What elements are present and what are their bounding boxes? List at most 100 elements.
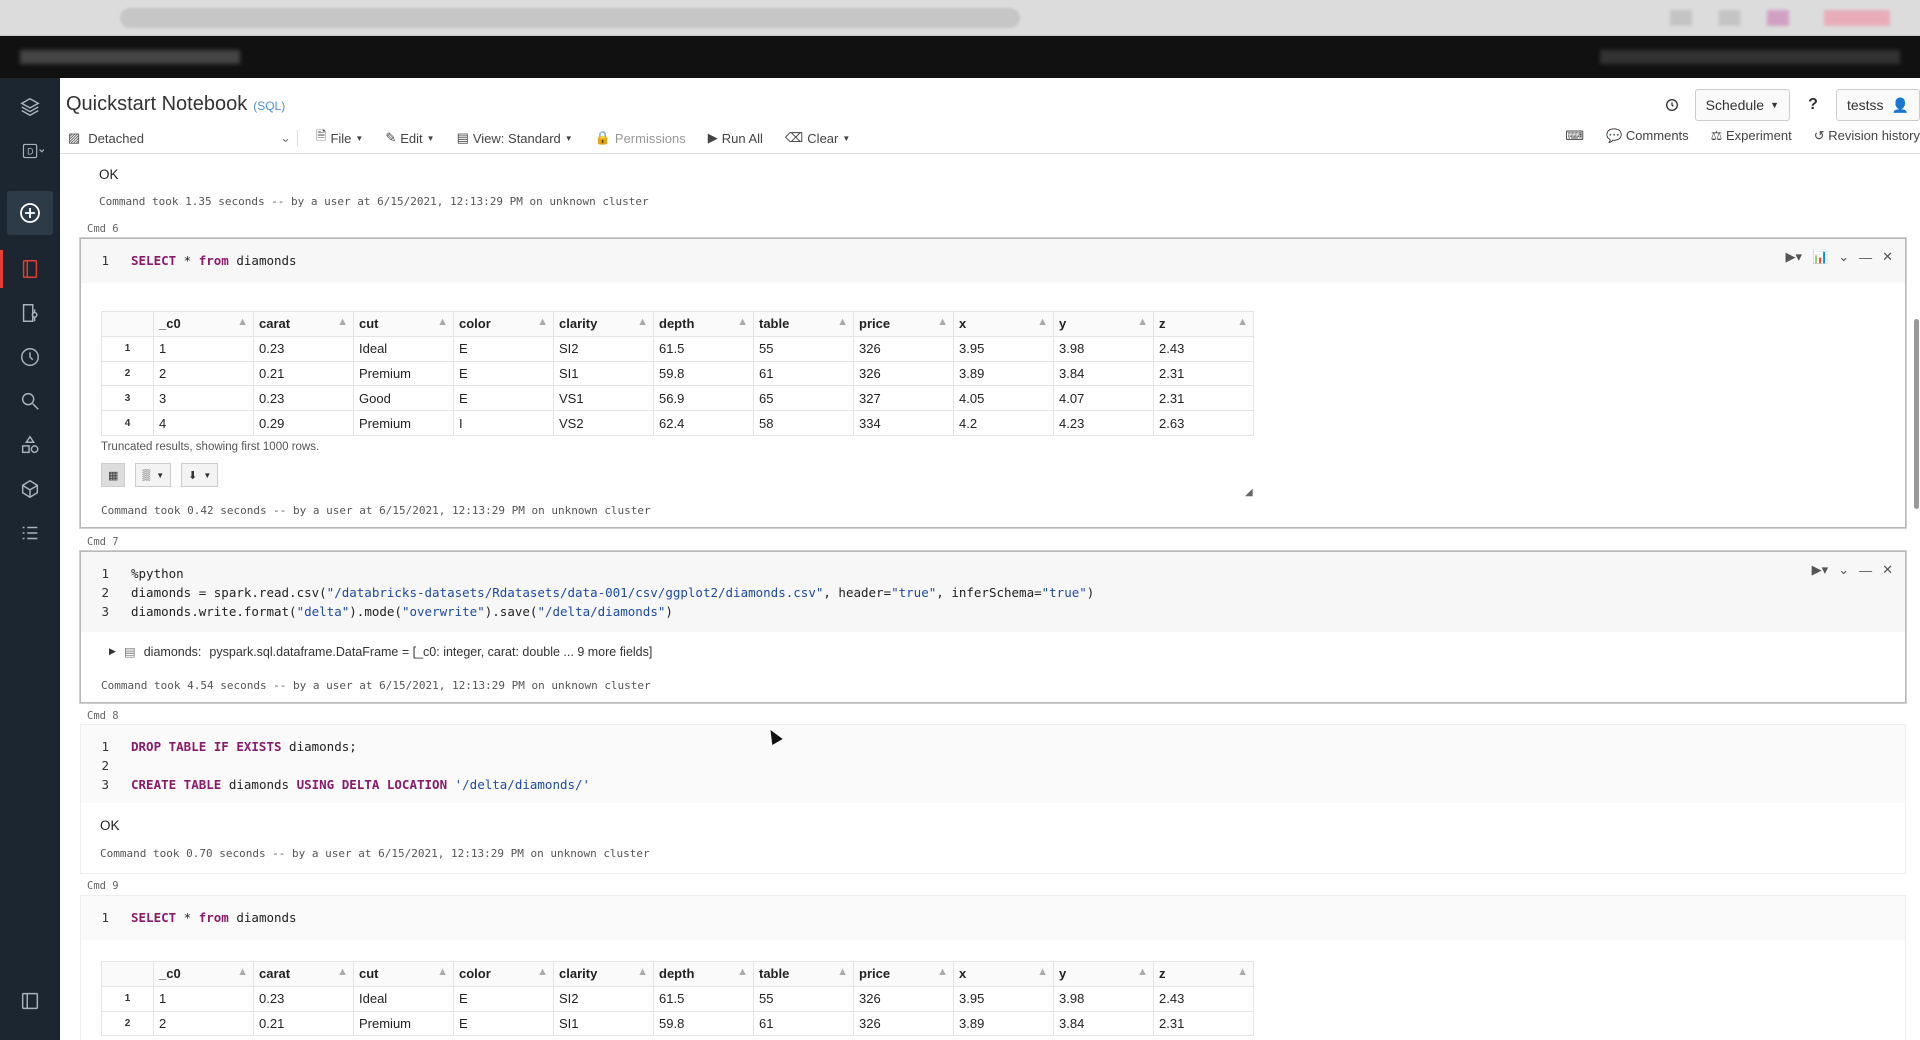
notebook-title[interactable]: Quickstart Notebook (SQL) xyxy=(66,93,285,116)
column-header[interactable]: price ▲ xyxy=(853,311,954,337)
close-icon[interactable]: ✕ xyxy=(1882,562,1893,578)
column-header[interactable]: y ▲ xyxy=(1053,311,1154,337)
scrollbar[interactable] xyxy=(1912,154,1920,1040)
minimize-icon[interactable]: — xyxy=(1859,563,1872,578)
sort-icon[interactable]: ▲ xyxy=(1037,966,1048,978)
notebook-content[interactable]: OK Command took 1.35 seconds -- by a use… xyxy=(60,154,1920,1040)
clock-icon[interactable] xyxy=(1661,94,1683,116)
sort-icon[interactable]: ▲ xyxy=(1237,966,1248,978)
column-header[interactable]: depth ▲ xyxy=(653,961,754,987)
column-header[interactable]: y ▲ xyxy=(1053,961,1154,987)
sort-icon[interactable]: ▲ xyxy=(1237,316,1248,328)
comments-button[interactable]: 💬 Comments xyxy=(1606,128,1689,144)
result-table[interactable]: _c0 ▲ carat ▲ cut ▲ color ▲ clarity ▲ depth ▲ table ▲… xyxy=(101,311,1254,436)
column-header[interactable]: x ▲ xyxy=(953,311,1054,337)
revision-history-button[interactable]: ↺ Revision history xyxy=(1814,128,1920,144)
column-header[interactable]: z ▲ xyxy=(1153,961,1254,987)
column-header[interactable]: x ▲ xyxy=(953,961,1054,987)
column-header[interactable]: _c0 ▲ xyxy=(153,311,254,337)
column-header[interactable]: z ▲ xyxy=(1153,311,1254,337)
sort-icon[interactable]: ▲ xyxy=(737,966,748,978)
language-badge[interactable]: (SQL) xyxy=(253,99,285,113)
sidebar-toggle-icon[interactable] xyxy=(11,982,49,1020)
result-table[interactable]: _c0 ▲ carat ▲ cut ▲ color ▲ clarity ▲ depth ▲ table ▲… xyxy=(101,961,1254,1037)
code-editor[interactable]: 1 SELECT * from diamonds xyxy=(81,239,1905,283)
repos-icon[interactable] xyxy=(11,294,49,332)
sort-icon[interactable]: ▲ xyxy=(337,316,348,328)
cell-cmd-7[interactable]: 1 %python 2 diamonds = spark.read.csv("/da… xyxy=(80,551,1906,703)
sort-icon[interactable]: ▲ xyxy=(537,316,548,328)
notebook-title-text[interactable]: Quickstart Notebook xyxy=(66,93,247,115)
schedule-button[interactable]: Schedule ▼ xyxy=(1694,89,1790,121)
sort-icon[interactable]: ▲ xyxy=(837,966,848,978)
sort-icon[interactable]: ▲ xyxy=(637,316,648,328)
cell-cmd-8[interactable]: 1 DROP TABLE IF EXISTS diamonds; 2 3 CREAT… xyxy=(80,724,1906,874)
column-header[interactable]: price ▲ xyxy=(853,961,954,987)
sort-icon[interactable]: ▲ xyxy=(337,966,348,978)
code-editor[interactable]: 1 SELECT * from diamonds xyxy=(81,896,1905,940)
clear-menu[interactable]: ⌫ Clear ▼ xyxy=(785,130,850,146)
edit-menu[interactable]: ✎ Edit ▼ xyxy=(385,130,434,146)
cell-cmd-6[interactable]: 1 SELECT * from diamonds ▶▾ 📊 ⌄ — ✕ _c0 ▲ c… xyxy=(80,238,1906,528)
column-header[interactable]: depth ▲ xyxy=(653,311,754,337)
workspace-icon[interactable] xyxy=(11,250,49,288)
chevron-down-icon[interactable]: ⌄ xyxy=(1838,562,1849,578)
databricks-logo-icon[interactable] xyxy=(11,88,49,126)
recents-icon[interactable] xyxy=(11,338,49,376)
sort-icon[interactable]: ▲ xyxy=(737,316,748,328)
dataframe-schema-row[interactable]: ▶ ▤ diamonds: pyspark.sql.dataframe.Data… xyxy=(109,644,652,660)
search-icon[interactable] xyxy=(11,382,49,420)
column-header[interactable]: clarity ▲ xyxy=(553,311,654,337)
user-menu-button[interactable]: testss 👤 xyxy=(1835,89,1920,121)
help-icon[interactable]: ? xyxy=(1802,94,1824,116)
table-view-button[interactable]: ▦ xyxy=(101,463,126,487)
column-header[interactable]: clarity ▲ xyxy=(553,961,654,987)
cell-cmd-9[interactable]: 1 SELECT * from diamonds _c0 ▲ carat ▲ cut ▲ co… xyxy=(80,895,1906,1040)
scrollbar-thumb[interactable] xyxy=(1914,319,1919,509)
sort-icon[interactable]: ▲ xyxy=(1137,316,1148,328)
column-header[interactable]: table ▲ xyxy=(753,961,854,987)
code-editor[interactable]: 1 %python 2 diamonds = spark.read.csv("/da… xyxy=(81,552,1905,632)
column-header[interactable]: _c0 ▲ xyxy=(153,961,254,987)
create-icon[interactable] xyxy=(7,191,53,235)
sort-icon[interactable]: ▲ xyxy=(937,316,948,328)
sort-icon[interactable]: ▲ xyxy=(237,316,248,328)
code-editor[interactable]: 1 DROP TABLE IF EXISTS diamonds; 2 3 CREAT… xyxy=(81,725,1905,803)
jobs-icon[interactable] xyxy=(11,514,49,552)
column-header[interactable]: color ▲ xyxy=(453,311,554,337)
close-icon[interactable]: ✕ xyxy=(1882,249,1893,265)
data-icon[interactable] xyxy=(11,426,49,464)
chart-icon[interactable]: 📊 xyxy=(1812,249,1828,265)
column-header[interactable]: table ▲ xyxy=(753,311,854,337)
sort-icon[interactable]: ▲ xyxy=(837,316,848,328)
column-header[interactable]: carat ▲ xyxy=(253,961,354,987)
chart-view-button[interactable]: ▒ ▼ xyxy=(135,463,172,487)
column-header[interactable]: color ▲ xyxy=(453,961,554,987)
run-all-button[interactable]: ▶ Run All xyxy=(708,130,763,146)
minimize-icon[interactable]: — xyxy=(1859,250,1872,265)
experiment-button[interactable]: ⚖ Experiment xyxy=(1711,128,1792,144)
sort-icon[interactable]: ▲ xyxy=(937,966,948,978)
run-cell-icon[interactable]: ▶▾ xyxy=(1785,249,1802,265)
sort-icon[interactable]: ▲ xyxy=(1037,316,1048,328)
sort-icon[interactable]: ▲ xyxy=(537,966,548,978)
compute-icon[interactable] xyxy=(11,470,49,508)
sort-icon[interactable]: ▲ xyxy=(237,966,248,978)
expand-triangle-icon[interactable]: ▶ xyxy=(109,646,116,657)
sort-icon[interactable]: ▲ xyxy=(1137,966,1148,978)
sort-icon[interactable]: ▲ xyxy=(437,966,448,978)
view-menu[interactable]: ▤ View: Standard ▼ xyxy=(457,130,573,146)
chevron-down-icon[interactable]: ⌄ xyxy=(1838,249,1849,265)
keyboard-icon[interactable]: ⌨ xyxy=(1565,128,1584,144)
workspace-switcher-icon[interactable]: D xyxy=(11,132,55,170)
resize-handle-icon[interactable]: ◢ xyxy=(1245,487,1253,498)
cluster-selector[interactable]: ▨ Detached ⌄ xyxy=(68,130,298,146)
column-header[interactable]: cut ▲ xyxy=(353,311,454,337)
run-cell-icon[interactable]: ▶▾ xyxy=(1812,562,1829,578)
permissions-button[interactable]: 🔒 Permissions xyxy=(595,130,686,146)
column-header[interactable]: carat ▲ xyxy=(253,311,354,337)
file-menu[interactable]: 🗎 File ▼ xyxy=(316,127,363,149)
column-header[interactable]: cut ▲ xyxy=(353,961,454,987)
sort-icon[interactable]: ▲ xyxy=(437,316,448,328)
sort-icon[interactable]: ▲ xyxy=(637,966,648,978)
